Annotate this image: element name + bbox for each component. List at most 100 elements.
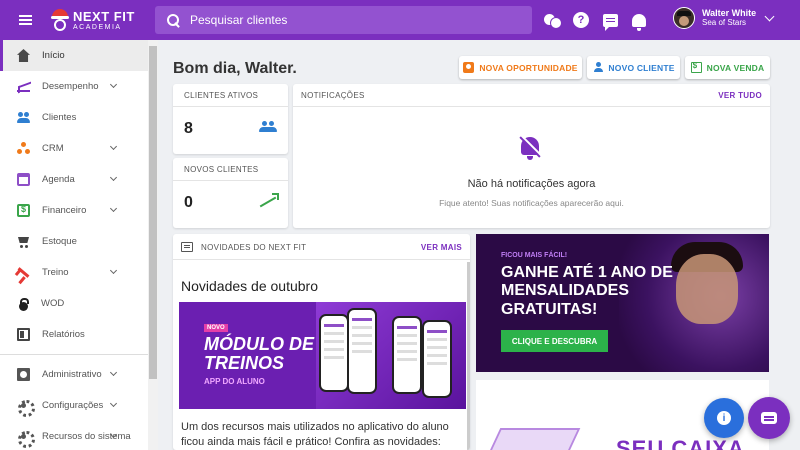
phone-image [319,314,349,392]
sidebar-item-relatorios[interactable]: Relatórios [0,319,158,350]
sidebar-item-inicio[interactable]: Início [0,40,158,71]
sidebar-divider [0,354,158,355]
search-bar[interactable] [155,6,532,34]
notifications-card: NOTIFICAÇÕES VER TUDO Não há notificaçõe… [293,84,770,228]
new-clients-value: 0 [184,194,193,211]
sidebar-scrollbar-thumb[interactable] [149,46,157,379]
sidebar-item-label: Treino [42,267,69,278]
chevron-down-icon[interactable] [764,11,775,21]
phone-image [392,316,422,394]
newspaper-icon [181,242,193,252]
crm-icon [17,142,30,155]
chevron-down-icon [109,368,118,377]
new-client-button[interactable]: NOVO CLIENTE [587,56,680,79]
new-clients-label: NOVOS CLIENTES [184,165,259,174]
dumbbell-icon [17,266,30,279]
sidebar-item-label: Relatórios [42,329,85,340]
user-subtitle: Sea of Stars [702,17,747,27]
help-icon[interactable]: ? [571,8,591,32]
illustration [481,428,581,450]
sidebar-item-label: Administrativo [42,369,102,380]
sidebar-item-configuracoes[interactable]: Configurações [0,390,158,421]
sidebar-item-crm[interactable]: CRM [0,133,158,164]
active-clients-card[interactable]: CLIENTES ATIVOS 8 [173,84,288,154]
sidebar-item-desempenho[interactable]: Desempenho [0,71,158,102]
sidebar-item-label: Configurações [42,400,104,411]
phone-image [347,308,377,394]
report-icon [17,328,30,341]
bell-icon[interactable] [629,8,649,32]
active-clients-label: CLIENTES ATIVOS [184,91,259,100]
info-icon: i [717,411,731,425]
logo-subtitle: ACADEMIA [73,23,122,31]
news-scrollbar[interactable] [467,262,470,450]
sidebar-item-recursos[interactable]: Recursos do sistema [0,421,158,450]
chat-support-button[interactable] [748,397,790,439]
sidebar-item-label: Financeiro [42,205,87,216]
promo-button[interactable]: CLIQUE E DESCUBRA [501,330,608,352]
see-more-link[interactable]: VER MAIS [421,243,462,252]
sidebar-item-label: Agenda [42,174,75,185]
phone-image [422,320,452,398]
calendar-icon [17,173,30,186]
menu-icon[interactable] [0,0,50,40]
news-body: Um dos recursos mais utilizados no aplic… [181,421,449,448]
new-client-label: NOVO CLIENTE [608,62,675,73]
promo-kicker: FICOU MAIS FÁCIL! [501,252,568,259]
new-sale-button[interactable]: NOVA VENDA [685,56,770,79]
empty-notifications-subtitle: Fique atento! Suas notificações aparecer… [439,198,624,208]
new-opportunity-button[interactable]: NOVA OPORTUNIDADE [459,56,582,79]
news-banner[interactable]: NOVO MÓDULO DE TREINOS APP DO ALUNO [179,302,466,409]
empty-notifications-title: Não há notificações agora [467,178,596,190]
people-icon [17,111,30,124]
search-input[interactable] [190,13,490,27]
trending-up-icon [259,193,279,208]
news-card: NOVIDADES DO NEXT FIT VER MAIS Novidades… [173,234,470,450]
chevron-down-icon [109,142,118,151]
logo-title: NEXT FIT [73,8,135,24]
sidebar-item-agenda[interactable]: Agenda [0,164,158,195]
top-bar: NEXT FIT ACADEMIA ? Walter White Sea of … [0,0,800,40]
page-title: Bom dia, Walter. [173,60,297,77]
chat-icon [761,412,777,424]
news-banner-subtitle: APP DO ALUNO [204,377,265,386]
bell-off-icon [518,135,542,161]
sidebar-item-estoque[interactable]: Estoque [0,226,158,257]
info-button[interactable]: i [704,398,744,438]
chevron-down-icon [109,266,118,275]
promo-title: GANHE ATÉ 1 ANO DE MENSALIDADES GRATUITA… [501,264,673,318]
coins-icon[interactable] [542,8,562,32]
kettlebell-icon [18,298,29,311]
news-banner-title: MÓDULO DE TREINOS [204,334,314,373]
chevron-down-icon [109,204,118,213]
see-all-link[interactable]: VER TUDO [718,91,762,100]
admin-icon [17,368,30,381]
notifications-title: NOTIFICAÇÕES [301,91,365,100]
sidebar-item-clientes[interactable]: Clientes [0,102,158,133]
sidebar-item-label: Desempenho [42,81,99,92]
chat-icon[interactable] [600,8,620,32]
new-sale-label: NOVA VENDA [706,62,765,73]
news-title: NOVIDADES DO NEXT FIT [201,243,307,252]
chevron-down-icon [109,173,118,182]
money-icon [690,61,702,73]
cart-icon [17,235,30,248]
chart-icon [17,80,30,93]
sidebar-item-wod[interactable]: WOD [0,288,158,319]
sidebar-item-treino[interactable]: Treino [0,257,158,288]
chevron-down-icon [109,399,118,408]
promo-banner[interactable]: FICOU MAIS FÁCIL! GANHE ATÉ 1 ANO DE MEN… [476,234,769,372]
user-menu[interactable]: Walter White Sea of Stars [673,7,775,29]
avatar[interactable] [673,7,695,29]
sidebar-item-label: Início [42,50,65,61]
new-clients-card[interactable]: NOVOS CLIENTES 0 [173,158,288,228]
home-icon [17,49,30,62]
sidebar-item-administrativo[interactable]: Administrativo [0,359,158,390]
sidebar-item-label: Estoque [42,236,77,247]
sidebar-item-financeiro[interactable]: Financeiro [0,195,158,226]
sidebar-item-label: WOD [41,298,65,309]
news-banner-badge: NOVO [204,324,228,332]
sidebar-item-label: CRM [42,143,64,154]
chevron-down-icon [109,80,118,89]
logo[interactable]: NEXT FIT ACADEMIA [50,0,155,40]
